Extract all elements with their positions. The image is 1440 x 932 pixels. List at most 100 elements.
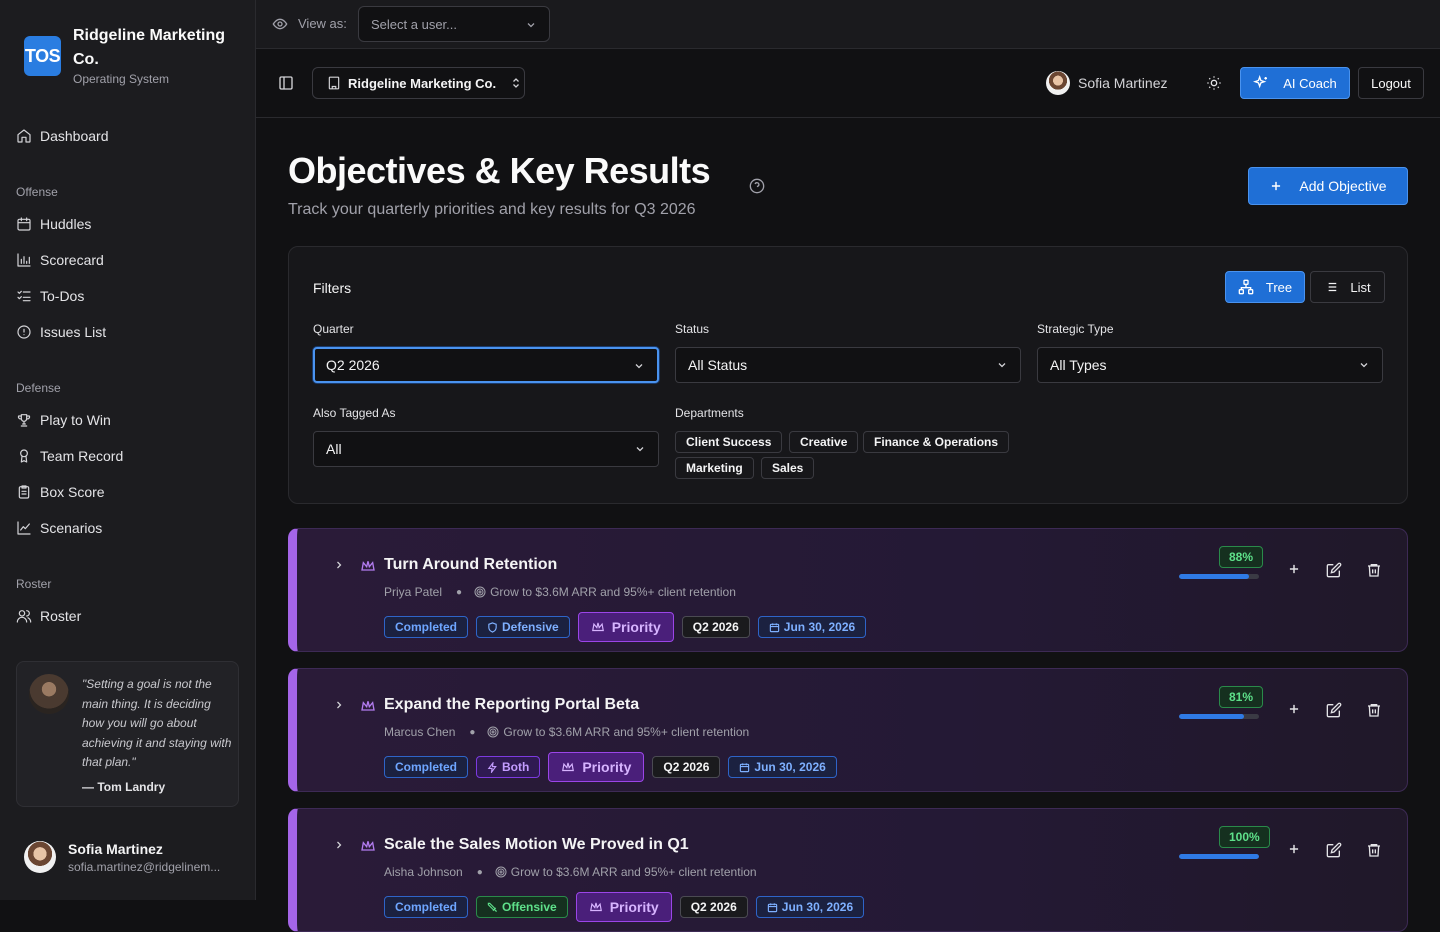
chevron-right-icon[interactable]: [333, 699, 345, 711]
sidebar-item-team-record[interactable]: Team Record: [16, 442, 123, 470]
sidebar-item-huddles[interactable]: Huddles: [16, 210, 91, 238]
quarter-badge: Q2 2026: [679, 896, 748, 918]
network-icon: [1238, 279, 1254, 295]
logout-button[interactable]: Logout: [1358, 67, 1424, 99]
add-objective-button[interactable]: Add Objective: [1248, 167, 1408, 205]
department-tag-client-success[interactable]: Client Success: [675, 431, 783, 453]
objective-meta: Marcus Chen ● Grow to $3.6M ARR and 95%+…: [384, 725, 749, 739]
status-badge: Completed: [384, 616, 469, 638]
view-list-toggle[interactable]: List: [1310, 271, 1385, 303]
status-label: Status: [675, 322, 710, 336]
edit-icon[interactable]: [1326, 562, 1342, 578]
status-select[interactable]: All Status: [675, 347, 1021, 383]
view-as-bar: View as: Select a user...: [256, 0, 1440, 49]
trophy-icon: [17, 414, 31, 427]
due-date-label: Jun 30, 2026: [781, 900, 854, 914]
edit-icon[interactable]: [1326, 702, 1342, 718]
filters-title: Filters: [313, 280, 352, 296]
add-objective-label: Add Objective: [1299, 178, 1387, 194]
view-as-user-select[interactable]: Select a user...: [358, 6, 550, 42]
crown-icon: [361, 701, 375, 711]
strategic-type-value: All Types: [1050, 357, 1107, 373]
user-name: Sofia Martinez: [68, 841, 163, 857]
header-user[interactable]: Sofia Martinez: [1046, 71, 1167, 95]
edit-icon[interactable]: [1326, 842, 1342, 858]
select-placeholder: Select a user...: [371, 17, 457, 32]
trash-icon[interactable]: [1366, 702, 1382, 718]
separator-dot: ●: [456, 586, 463, 598]
calendar-icon: [769, 622, 779, 632]
strategic-type-label: Offensive: [502, 900, 557, 914]
parent-objective: Grow to $3.6M ARR and 95%+ client retent…: [510, 865, 757, 879]
chevron-right-icon[interactable]: [333, 839, 345, 851]
page-title: Objectives & Key Results: [288, 150, 711, 191]
ai-coach-button[interactable]: AI Coach: [1240, 67, 1350, 99]
sidebar-item-dashboard[interactable]: Dashboard: [16, 122, 109, 150]
chevrons-up-down-icon: [513, 78, 520, 88]
objective-owner: Priya Patel: [384, 585, 443, 599]
sidebar-item-roster[interactable]: Roster: [16, 602, 81, 630]
quote-card: "Setting a goal is not the main thing. I…: [16, 661, 239, 807]
department-tag-creative[interactable]: Creative: [789, 431, 859, 453]
crown-icon: [591, 622, 604, 632]
plus-icon[interactable]: [1287, 702, 1301, 716]
crown-icon: [361, 561, 375, 571]
priority-badge: Priority: [575, 892, 672, 922]
ai-coach-label: AI Coach: [1283, 75, 1337, 91]
sidebar-item-label: Roster: [40, 608, 82, 624]
help-circle-icon[interactable]: [749, 178, 765, 194]
separator-dot: ●: [476, 866, 483, 878]
objective-title: Turn Around Retention: [384, 556, 558, 573]
objective-title: Expand the Reporting Portal Beta: [384, 696, 640, 713]
sidebar-item-todos[interactable]: To-Dos: [16, 282, 84, 310]
objective-card[interactable]: Expand the Reporting Portal Beta Marcus …: [288, 668, 1408, 792]
plus-icon[interactable]: [1287, 562, 1301, 576]
sidebar: TOS Ridgeline Marketing Co. Operating Sy…: [0, 0, 256, 900]
sidebar-item-scorecard[interactable]: Scorecard: [16, 246, 104, 274]
chevron-right-icon[interactable]: [333, 559, 345, 571]
sidebar-item-label: Huddles: [40, 216, 92, 232]
sidebar-item-scenarios[interactable]: Scenarios: [16, 514, 102, 542]
progress-percent: 100%: [1219, 826, 1270, 848]
trash-icon[interactable]: [1366, 562, 1382, 578]
organization-switcher[interactable]: Ridgeline Marketing Co.: [312, 67, 525, 99]
progress-bar: [1179, 854, 1259, 859]
avatar: [1046, 71, 1070, 95]
app-header: Ridgeline Marketing Co. Sofia Martinez A…: [256, 49, 1440, 118]
plus-icon[interactable]: [1287, 842, 1301, 856]
status-badge: Completed: [384, 896, 469, 918]
department-tag-sales[interactable]: Sales: [761, 457, 815, 479]
sidebar-toggle-icon[interactable]: [278, 75, 294, 91]
department-tag-finance-operations[interactable]: Finance & Operations: [863, 431, 1010, 453]
quarter-select[interactable]: Q2 2026: [313, 347, 659, 383]
chevron-down-icon: [998, 363, 1006, 368]
objective-tags: Completed Defensive Priority Q2 2026 Jun…: [384, 612, 874, 642]
trash-icon[interactable]: [1366, 842, 1382, 858]
sidebar-item-play-to-win[interactable]: Play to Win: [16, 406, 111, 434]
objective-tags: Completed Offensive Priority Q2 2026 Jun…: [384, 892, 872, 922]
view-tree-toggle[interactable]: Tree: [1225, 271, 1305, 303]
target-icon: [474, 586, 486, 598]
progress-bar: [1179, 714, 1259, 719]
due-date-label: Jun 30, 2026: [754, 760, 826, 774]
parent-objective: Grow to $3.6M ARR and 95%+ client retent…: [503, 725, 750, 739]
objective-card[interactable]: Scale the Sales Motion We Proved in Q1 A…: [288, 808, 1408, 932]
department-tag-marketing[interactable]: Marketing: [675, 457, 754, 479]
priority-label: Priority: [611, 619, 661, 635]
calendar-icon: [740, 762, 750, 772]
objective-owner: Marcus Chen: [384, 725, 456, 739]
quarter-badge: Q2 2026: [652, 756, 721, 778]
strategic-type-select[interactable]: All Types: [1037, 347, 1383, 383]
also-tagged-select[interactable]: All: [313, 431, 659, 467]
sidebar-section-offense: Offense: [16, 185, 58, 199]
swords-icon: [487, 902, 498, 912]
priority-badge: Priority: [577, 612, 674, 642]
strategic-type-label: Strategic Type: [1037, 322, 1114, 336]
building-icon: [328, 76, 340, 90]
sun-icon[interactable]: [1206, 75, 1222, 91]
sidebar-item-box-score[interactable]: Box Score: [16, 478, 105, 506]
chevron-down-icon: [636, 447, 644, 452]
user-email: sofia.martinez@ridgelinem...: [68, 860, 221, 874]
objective-card[interactable]: Turn Around Retention Priya Patel ● Grow…: [288, 528, 1408, 652]
sidebar-item-issues-list[interactable]: Issues List: [16, 318, 106, 346]
